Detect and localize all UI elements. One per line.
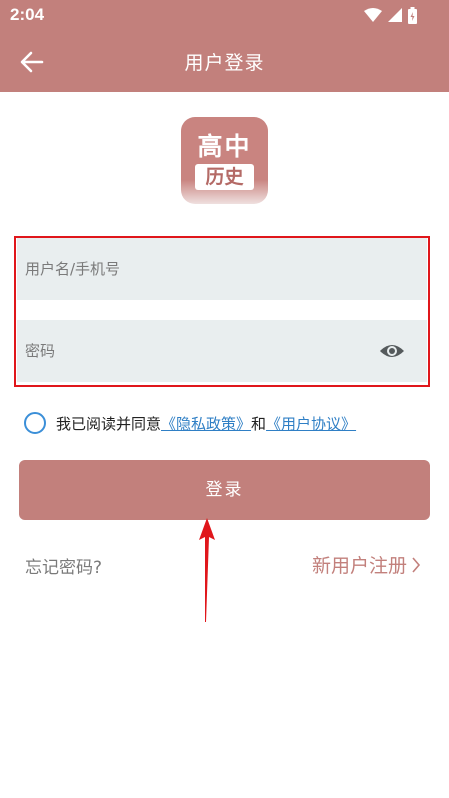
- wifi-icon: [364, 8, 382, 22]
- privacy-policy-link[interactable]: 《隐私政策》: [161, 413, 251, 434]
- register-label: 新用户注册: [311, 555, 407, 577]
- agreement-row: 我已阅读并同意 《隐私政策》 和 《用户协议》: [24, 412, 356, 434]
- login-button[interactable]: 登录: [19, 460, 430, 520]
- register-link[interactable]: 新用户注册: [312, 551, 421, 578]
- agreement-radio[interactable]: [24, 412, 46, 434]
- battery-icon: [408, 6, 417, 24]
- page-title: 用户登录: [184, 52, 265, 74]
- forgot-password-link[interactable]: 忘记密码?: [25, 553, 102, 578]
- app-bar: 用户登录: [0, 31, 449, 92]
- status-icons: [364, 6, 417, 24]
- agreement-text: 我已阅读并同意: [56, 414, 162, 433]
- logo-line1: 高中: [197, 132, 252, 161]
- chevron-right-icon: [412, 556, 421, 573]
- agreement-conjunction: 和: [251, 414, 267, 433]
- annotation-arrow: [199, 518, 215, 622]
- status-time: 2:04: [10, 5, 45, 24]
- app-logo: 高中 历史: [181, 117, 268, 204]
- logo-line2: 历史: [195, 164, 254, 190]
- status-bar: 2:04: [0, 0, 449, 31]
- signal-icon: [388, 8, 402, 22]
- user-agreement-link[interactable]: 《用户协议》: [266, 413, 356, 434]
- form-highlight-box: [14, 236, 430, 387]
